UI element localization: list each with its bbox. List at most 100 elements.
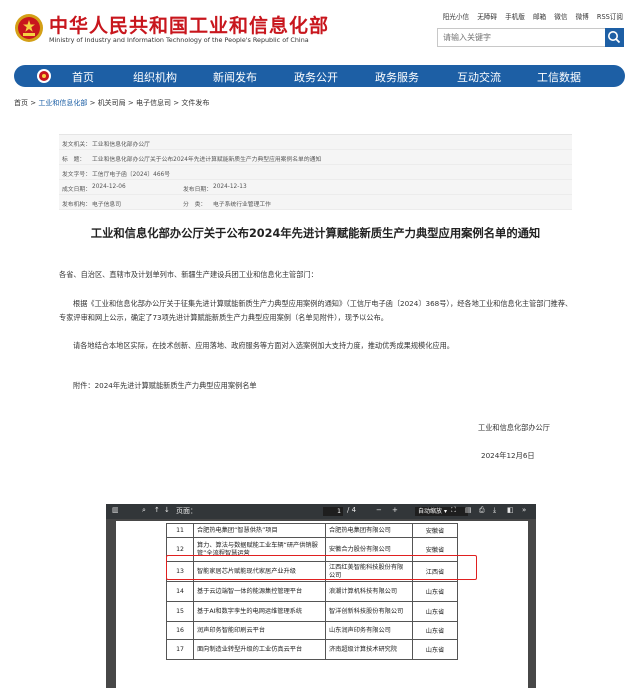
- highlight-box: [166, 555, 477, 580]
- table-row: 17 面向制造业转型升级的工业仿真云平台 济南超级计算技术研究院 山东省: [166, 639, 458, 660]
- site-header: 中华人民共和国工业和信息化部 Ministry of Industry and …: [0, 0, 631, 62]
- case-name: 润声印务智能印刷云平台: [193, 621, 326, 640]
- zoom-select[interactable]: 自动缩放 ▾: [415, 507, 468, 516]
- case-name: 合肥热电集团“智慧供热”项目: [193, 523, 326, 538]
- breadcrumb-home[interactable]: 首页: [14, 99, 28, 107]
- case-organization: 济南超级计算技术研究院: [325, 639, 413, 660]
- breadcrumb-separator: >: [127, 99, 134, 107]
- article-paragraph-2: 请各地结合本地区实际，在技术创新、应用落地、政府服务等方面对入选案例加大支持力度…: [73, 341, 454, 350]
- mobile-link[interactable]: 手机版: [505, 13, 525, 21]
- chevron-down-icon: ▾: [443, 508, 447, 515]
- meta-row-org: 发布机构： 电子信息司 分 类： 电子系统行业管理工作: [59, 195, 572, 210]
- tools-menu-icon[interactable]: »: [522, 506, 526, 514]
- find-icon[interactable]: ⌕: [142, 506, 146, 515]
- nav-item-data[interactable]: 工信数据: [537, 69, 581, 85]
- document-meta-table: 发文机关： 工业和信息化部办公厅 标 题： 工业和信息化部办公厅关于公布2024…: [59, 134, 572, 210]
- nav-item-home[interactable]: 首页: [72, 69, 94, 85]
- sunshine-link[interactable]: 阳光小信: [443, 13, 469, 21]
- print-icon[interactable]: ⎙: [479, 506, 485, 515]
- breadcrumb-electronics-dept[interactable]: 电子信息司: [136, 99, 171, 107]
- article-paragraph-1: 根据《工业和信息化部办公厅关于征集先进计算赋能新质生产力典型应用案例的通知》（工…: [59, 299, 573, 322]
- pdf-page: 11 合肥热电集团“智慧供热”项目 合肥热电集团有限公司 安徽省 12 算力、算…: [116, 521, 528, 688]
- attachment-link[interactable]: 附件：2024年先进计算赋能新质生产力典型应用案例名单: [73, 379, 573, 393]
- wechat-link[interactable]: 微信: [554, 13, 567, 21]
- article-signature: 工业和信息化部办公厅: [478, 423, 550, 432]
- org-value: 电子信息司: [92, 202, 121, 208]
- category-value: 电子系统行业管理工作: [213, 202, 271, 208]
- meta-row-title: 标 题： 工业和信息化部办公厅关于公布2024年先进计算赋能新质生产力典型应用案…: [59, 150, 572, 165]
- rss-link[interactable]: RSS订阅: [597, 13, 623, 21]
- article-salutation: 各省、自治区、直辖市及计划单列市、新疆生产建设兵团工业和信息化主管部门：: [59, 270, 318, 279]
- page-number-input[interactable]: 1: [323, 507, 343, 516]
- breadcrumb-documents[interactable]: 文件发布: [181, 99, 209, 107]
- table-row: 15 基于AI和数字孪生的电网运维管理系统 智洋创新科技股份有限公司 山东省: [166, 601, 458, 622]
- search-icon: [608, 31, 621, 44]
- case-province: 山东省: [412, 621, 458, 640]
- next-page-icon[interactable]: ↓: [164, 506, 170, 514]
- pdf-toolbar: ▥ ⌕ ↑ ↓ 页面： 1 / 4 − + 自动缩放 ▾ ⛶ ▤ ⎙ ⤓ ◧ »: [106, 504, 536, 519]
- case-province: 山东省: [412, 601, 458, 622]
- case-name: 基于云边端智一体的能源集控管理平台: [193, 581, 326, 602]
- accessibility-link[interactable]: 无障碍: [477, 13, 497, 21]
- published-value: 2024-12-13: [213, 184, 247, 190]
- breadcrumb-ministry[interactable]: 工业和信息化部: [38, 99, 87, 107]
- org-label: 发布机构：: [62, 202, 91, 208]
- article-title: 工业和信息化部办公厅关于公布2024年先进计算赋能新质生产力典型应用案例名单的通…: [90, 227, 541, 240]
- row-number: 11: [166, 523, 194, 538]
- zoom-in-icon[interactable]: +: [392, 506, 398, 514]
- docno-value: 工信厅电子函〔2024〕466号: [92, 172, 170, 178]
- meta-row-issuer: 发文机关： 工业和信息化部办公厅: [59, 135, 572, 150]
- zoom-value: 自动缩放: [418, 508, 443, 515]
- breadcrumb-separator: >: [89, 99, 96, 107]
- breadcrumb-separator: >: [30, 99, 37, 107]
- search-box: [437, 28, 624, 47]
- pdf-viewer: ▥ ⌕ ↑ ↓ 页面： 1 / 4 − + 自动缩放 ▾ ⛶ ▤ ⎙ ⤓ ◧ »…: [106, 504, 536, 688]
- page-total: / 4: [347, 506, 357, 514]
- nav-item-interaction[interactable]: 互动交流: [457, 69, 501, 85]
- national-emblem-icon: [15, 14, 43, 42]
- case-name: 基于AI和数字孪生的电网运维管理系统: [193, 601, 326, 622]
- article-date: 2024年12月6日: [481, 451, 535, 460]
- table-row: 11 合肥热电集团“智慧供热”项目 合肥热电集团有限公司 安徽省: [166, 523, 458, 538]
- case-province: 山东省: [412, 581, 458, 602]
- site-title[interactable]: 中华人民共和国工业和信息化部: [49, 11, 329, 38]
- row-number: 16: [166, 621, 194, 640]
- case-name: 面向制造业转型升级的工业仿真云平台: [193, 639, 326, 660]
- nav-item-services[interactable]: 政务服务: [375, 69, 419, 85]
- case-organization: 智洋创新科技股份有限公司: [325, 601, 413, 622]
- case-organization: 山东润声印务有限公司: [325, 621, 413, 640]
- nav-item-government-affairs[interactable]: 政务公开: [294, 69, 338, 85]
- case-table: 11 合肥热电集团“智慧供热”项目 合肥热电集团有限公司 安徽省 12 算力、算…: [166, 523, 458, 660]
- nav-item-news[interactable]: 新闻发布: [213, 69, 257, 85]
- home-logo-icon[interactable]: [36, 68, 52, 84]
- breadcrumb-bureaus[interactable]: 机关司局: [98, 99, 126, 107]
- created-value: 2024-12-06: [92, 184, 126, 190]
- zoom-out-icon[interactable]: −: [376, 506, 382, 514]
- fullscreen-icon[interactable]: ⛶: [451, 506, 456, 515]
- open-file-icon[interactable]: ▤: [465, 506, 472, 514]
- row-number: 14: [166, 581, 194, 602]
- issuer-value: 工业和信息化部办公厅: [92, 142, 150, 148]
- sidebar-toggle-icon[interactable]: ▥: [112, 506, 119, 514]
- title-label: 标 题：: [62, 157, 86, 163]
- mail-link[interactable]: 邮箱: [533, 13, 546, 21]
- created-label: 成文日期：: [62, 187, 91, 193]
- download-icon[interactable]: ⤓: [493, 506, 496, 515]
- case-province: 安徽省: [412, 523, 458, 538]
- category-label: 分 类：: [183, 202, 207, 208]
- previous-page-icon[interactable]: ↑: [154, 506, 160, 514]
- case-organization: 合肥热电集团有限公司: [325, 523, 413, 538]
- breadcrumb: 首页 > 工业和信息化部 > 机关司局 > 电子信息司 > 文件发布: [14, 98, 209, 108]
- bookmark-icon[interactable]: ◧: [507, 506, 514, 514]
- breadcrumb-separator: >: [173, 99, 180, 107]
- table-row: 14 基于云边端智一体的能源集控管理平台 浪潮计算机科技有限公司 山东省: [166, 581, 458, 602]
- search-input[interactable]: [437, 28, 606, 47]
- search-button[interactable]: [605, 28, 624, 47]
- nav-item-organization[interactable]: 组织机构: [133, 69, 177, 85]
- page-label: 页面：: [176, 507, 197, 515]
- published-label: 发布日期：: [183, 187, 212, 193]
- title-value: 工业和信息化部办公厅关于公布2024年先进计算赋能新质生产力典型应用案例名单的通…: [92, 157, 322, 163]
- meta-row-dates: 成文日期： 2024-12-06 发布日期： 2024-12-13: [59, 180, 572, 195]
- weibo-link[interactable]: 微博: [576, 13, 589, 21]
- case-organization: 浪潮计算机科技有限公司: [325, 581, 413, 602]
